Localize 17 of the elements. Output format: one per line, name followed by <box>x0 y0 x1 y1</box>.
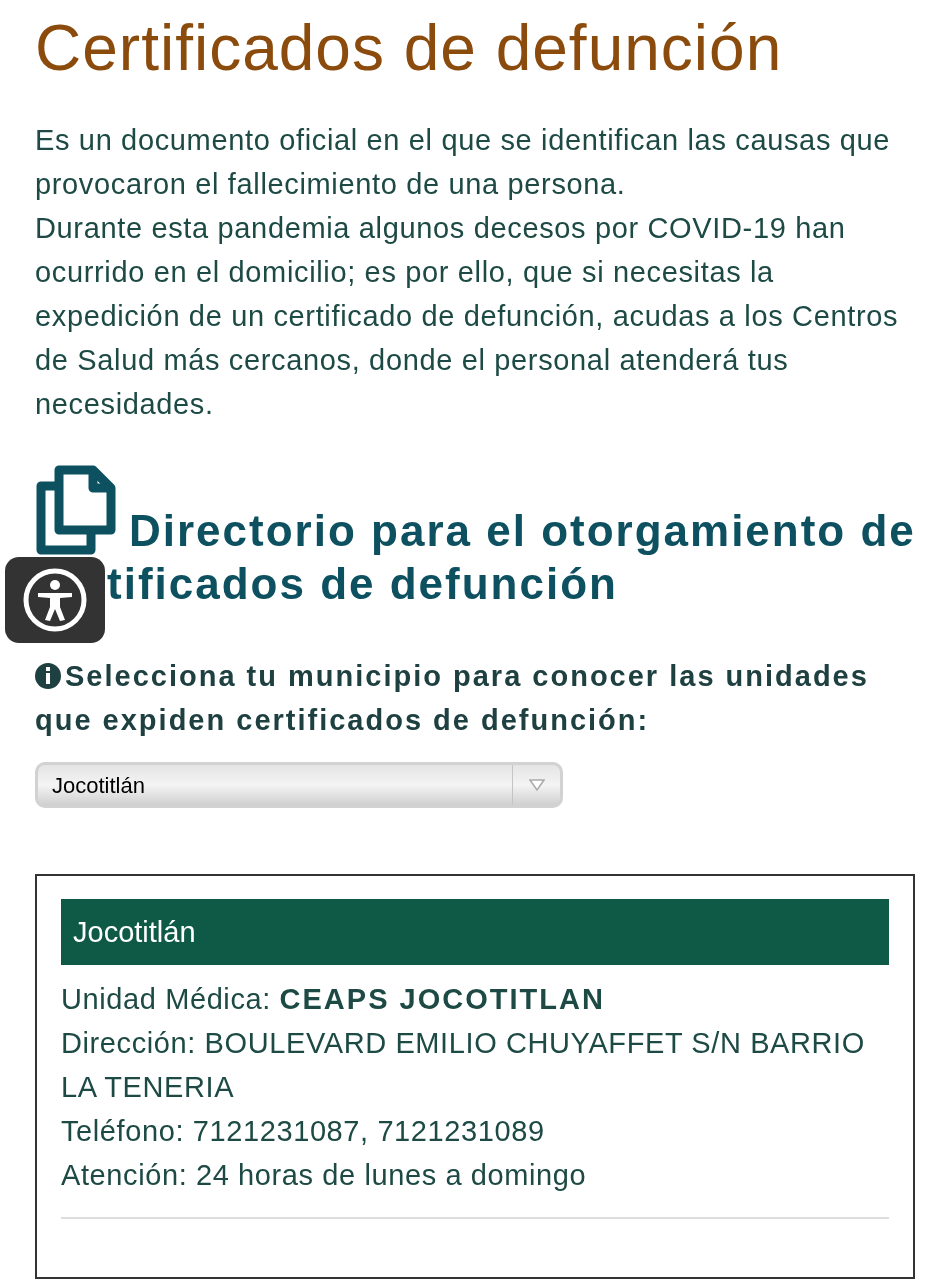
section-heading: tificados de defunción <box>107 558 619 610</box>
card-header: Jocotitlán <box>61 899 889 965</box>
info-line: Teléfono: 7121231087, 7121231089 <box>61 1114 546 1149</box>
info-icon <box>35 663 61 689</box>
accessibility-icon <box>22 567 88 633</box>
intro-paragraph: Durante esta pandemia algunos decesos por COVID-19 han ocurrido en el domicilio; es por ello, que si necesitas la expedición de un certificado de defunción, acudas a los Centros de Salud más cercanos, donde el personal atenderá tus necesidades. <box>35 211 900 422</box>
page-title: Certificados de defunción <box>35 12 784 84</box>
intro-paragraph: Es un documento oficial en el que se identifican las causas que provocaron el fallecimiento de una persona. <box>35 123 892 202</box>
info-line: Dirección: BOULEVARD EMILIO CHUYAFFET S/N BARRIO LA TENERIA <box>61 1026 866 1105</box>
accessibility-button[interactable] <box>5 557 105 643</box>
municipality-select[interactable]: Jocotitlán <box>35 762 563 808</box>
section-heading: Directorio para el otorgamiento de <box>129 506 916 556</box>
copy-icon <box>35 464 117 556</box>
caret-icon <box>528 779 545 791</box>
prompt-text: Selecciona tu municipio para conocer las unidades que expiden certificados de defunción: <box>35 659 870 738</box>
info-line: Atención: 24 horas de lunes a domingo <box>61 1158 588 1193</box>
info-line: Unidad Médica: CEAPS JOCOTITLAN <box>61 982 606 1017</box>
